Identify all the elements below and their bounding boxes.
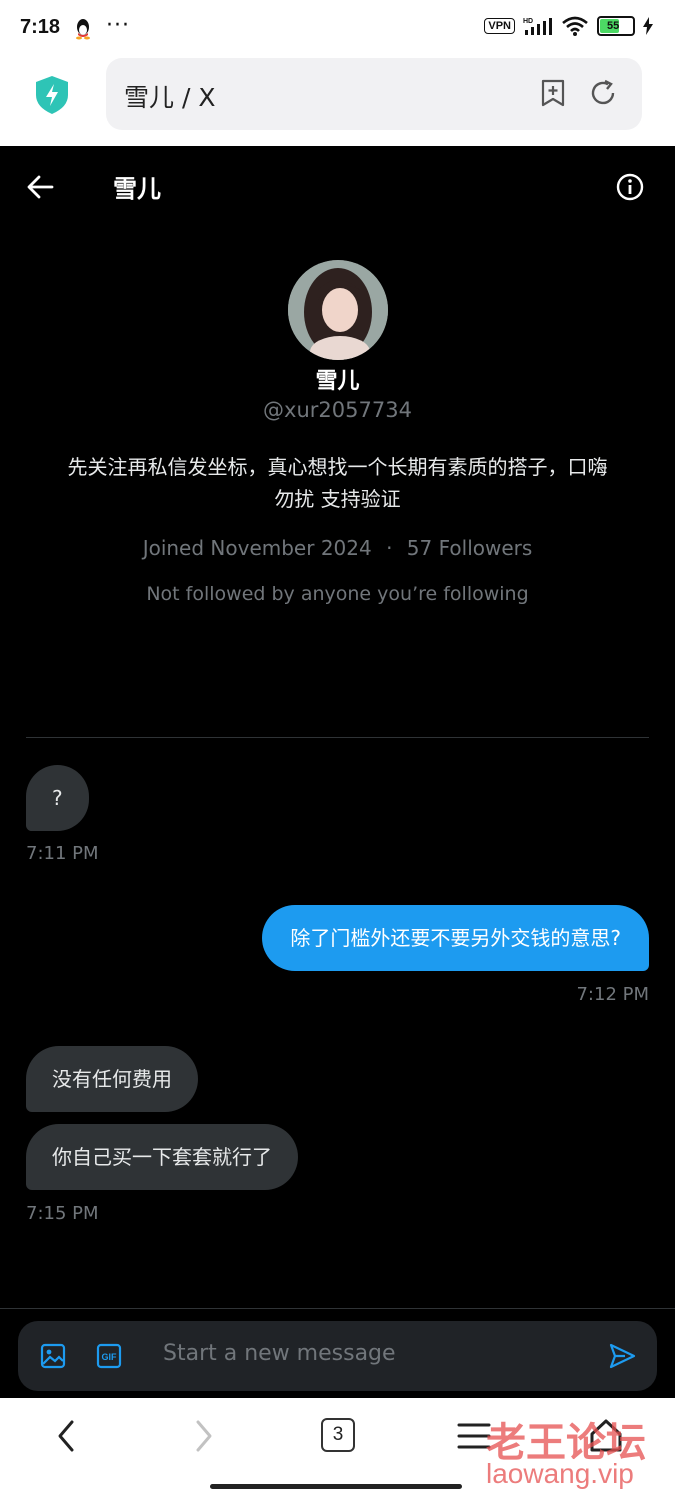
watermark-url: laowang.vip [486, 1458, 634, 1489]
divider [26, 737, 649, 738]
message-composer[interactable]: GIF Start a new message [18, 1321, 657, 1391]
profile-name: 雪儿 [315, 369, 360, 394]
profile-bio: 先关注再私信发坐标，真心想找一个长期有素质的搭子，口嗨勿扰 支持验证 [67, 455, 608, 511]
nav-forward-icon[interactable] [186, 1416, 222, 1456]
qq-penguin-icon [76, 19, 90, 40]
message-timestamp: 7:12 PM [576, 984, 649, 1005]
address-bar[interactable]: 雪儿 / X [106, 58, 642, 130]
reload-icon[interactable] [588, 78, 618, 108]
avatar[interactable] [288, 260, 388, 360]
nav-back-icon[interactable] [48, 1416, 84, 1456]
browser-toolbar: 雪儿 / X [0, 58, 675, 146]
message-bubble-incoming[interactable]: 你自己买一下套套就行了 [26, 1124, 298, 1190]
message-bubble-incoming[interactable]: 没有任何费用 [26, 1046, 198, 1112]
message-input[interactable]: Start a new message [163, 1341, 396, 1366]
security-shield-icon[interactable] [34, 75, 70, 115]
charging-bolt-icon [643, 17, 653, 35]
browser-bottom-nav: 3 老王论坛 laowang.vip [0, 1398, 675, 1500]
profile-meta: Joined November 2024 · 57 Followers [0, 536, 675, 560]
message-timestamp: 7:11 PM [26, 843, 99, 864]
battery-level: 55 [607, 20, 620, 32]
add-bookmark-icon[interactable] [538, 78, 568, 108]
back-arrow-icon[interactable] [26, 174, 54, 200]
svg-text:HD: HD [523, 18, 533, 25]
not-followed-note: Not followed by anyone you’re following [146, 583, 529, 605]
gesture-home-bar[interactable] [210, 1484, 462, 1489]
status-bar: 7:18 ··· VPN HD 55 [0, 0, 675, 60]
meta-separator: · [386, 536, 393, 560]
vpn-badge: VPN [484, 18, 515, 34]
message-bubble-outgoing[interactable]: 除了门槛外还要不要另外交钱的意思? [262, 905, 649, 971]
info-icon[interactable] [616, 173, 644, 201]
svg-text:GIF: GIF [102, 1352, 118, 1362]
joined-date: Joined November 2024 [142, 536, 372, 560]
dm-conversation: 雪儿 雪儿 @xur2057734 先关注再私信发坐标，真心想找一个长期有素质的… [0, 146, 675, 1398]
battery-indicator: 55 [597, 16, 635, 36]
message-timestamp: 7:15 PM [26, 1203, 99, 1224]
more-notifications-icon: ··· [106, 13, 130, 38]
image-icon[interactable] [40, 1343, 66, 1369]
followers-count[interactable]: 57 Followers [407, 536, 533, 560]
page-title-text: 雪儿 / X [124, 83, 216, 112]
send-icon[interactable] [608, 1342, 636, 1370]
message-bubble-incoming[interactable]: ? [26, 765, 89, 831]
wifi-icon [562, 16, 588, 36]
signal-icon: HD [523, 18, 552, 35]
status-time: 7:18 [20, 16, 61, 38]
conversation-title: 雪儿 [113, 175, 161, 203]
profile-handle: @xur2057734 [263, 398, 412, 422]
composer-divider [0, 1308, 675, 1309]
tabs-button[interactable]: 3 [321, 1418, 355, 1452]
gif-icon[interactable]: GIF [96, 1343, 122, 1369]
